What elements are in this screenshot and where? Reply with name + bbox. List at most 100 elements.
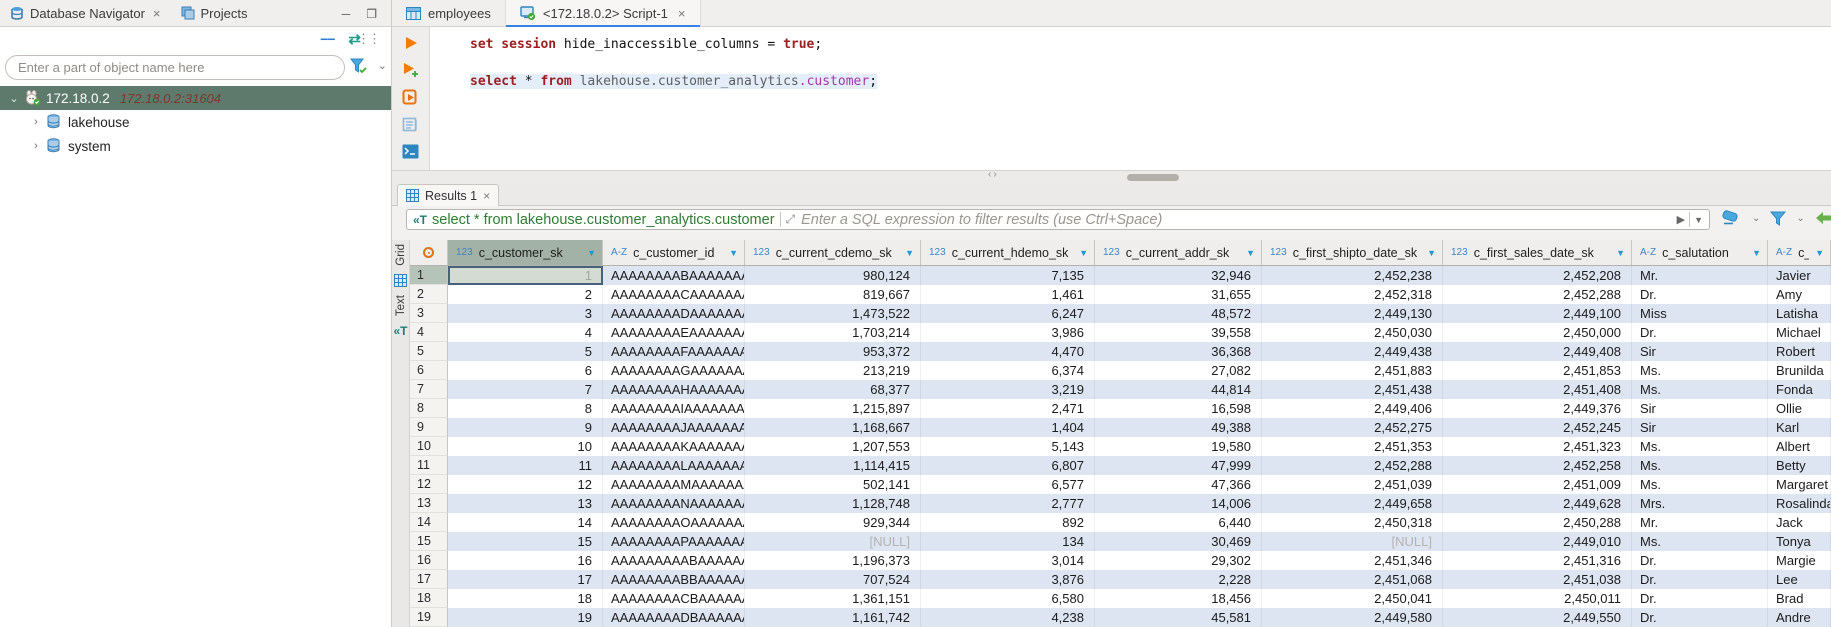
row-number[interactable]: 8	[410, 399, 448, 418]
tab-employees[interactable]: employees	[392, 0, 506, 27]
grid-cell[interactable]: 819,667	[745, 285, 921, 304]
grid-cell[interactable]: 5,143	[921, 437, 1095, 456]
tab-projects[interactable]: Projects	[171, 0, 258, 27]
grid-cell[interactable]: 2,777	[921, 494, 1095, 513]
grid-cell[interactable]: Dr.	[1632, 608, 1768, 627]
grid-cell[interactable]: 2,449,408	[1443, 342, 1632, 361]
execute-script-icon[interactable]	[402, 89, 419, 106]
grid-cell[interactable]: 1,128,748	[745, 494, 921, 513]
grid-cell[interactable]: 2,449,580	[1262, 608, 1443, 627]
grid-cell[interactable]: 9	[448, 418, 603, 437]
grid-cell[interactable]: 3,876	[921, 570, 1095, 589]
grid-cell[interactable]: AAAAAAAAKAAAAAAA	[603, 437, 745, 456]
grid-cell[interactable]: 2,449,130	[1262, 304, 1443, 323]
grid-cell[interactable]: 1,168,667	[745, 418, 921, 437]
grid-cell[interactable]: 2,471	[921, 399, 1095, 418]
column-menu-arrow-icon[interactable]: ▼	[723, 248, 738, 258]
column-menu-arrow-icon[interactable]: ▼	[1746, 248, 1761, 258]
grid-cell[interactable]: 12	[448, 475, 603, 494]
chevron-down-icon[interactable]: ⌄	[1796, 213, 1804, 224]
grid-cell[interactable]: 47,366	[1095, 475, 1262, 494]
filter-check-icon[interactable]	[349, 57, 369, 75]
clear-filter-icon[interactable]	[1720, 210, 1742, 226]
grid-cell[interactable]: Ms.	[1632, 361, 1768, 380]
grid-cell[interactable]: 6,807	[921, 456, 1095, 475]
grid-cell[interactable]: 2,450,000	[1443, 323, 1632, 342]
grid-cell[interactable]: AAAAAAAACBAAAAAA	[603, 589, 745, 608]
code-line[interactable]: select * from lakehouse.customer_analyti…	[470, 74, 877, 89]
grid-cell[interactable]: AAAAAAAADAAAAAAA	[603, 304, 745, 323]
tree-item-lakehouse[interactable]: › lakehouse	[0, 110, 391, 134]
grid-cell[interactable]: Miss	[1632, 304, 1768, 323]
column-menu-arrow-icon[interactable]: ▼	[1240, 248, 1255, 258]
grid-cell[interactable]: AAAAAAAAIAAAAAAA	[603, 399, 745, 418]
grid-presentation-icon[interactable]	[394, 274, 407, 287]
toolbar-handle-icon[interactable]: ⋮⋮	[357, 31, 379, 47]
grid-cell[interactable]: 14	[448, 513, 603, 532]
grid-cell[interactable]: 2,450,011	[1443, 589, 1632, 608]
apply-filter-icon[interactable]: ▶	[1677, 213, 1685, 226]
grid-cell[interactable]: Margaret	[1768, 475, 1831, 494]
grid-cell[interactable]: 14,006	[1095, 494, 1262, 513]
grid-cell[interactable]: AAAAAAAAGAAAAAAA	[603, 361, 745, 380]
row-number[interactable]: 14	[410, 513, 448, 532]
grid-cell[interactable]: 6	[448, 361, 603, 380]
grid-cell[interactable]: 1,196,373	[745, 551, 921, 570]
grid-cell[interactable]: 19	[448, 608, 603, 627]
chevron-expanded-icon[interactable]: ⌄	[6, 92, 22, 105]
grid-cell[interactable]: 47,999	[1095, 456, 1262, 475]
grid-cell[interactable]: 2,451,353	[1262, 437, 1443, 456]
grid-cell[interactable]: 36,368	[1095, 342, 1262, 361]
grid-cell[interactable]: AAAAAAAAEAAAAAAA	[603, 323, 745, 342]
grid-cell[interactable]: 2,449,010	[1443, 532, 1632, 551]
grid-cell[interactable]: Dr.	[1632, 551, 1768, 570]
output-console-icon[interactable]	[402, 144, 419, 159]
grid-cell[interactable]: 6,374	[921, 361, 1095, 380]
grid-cell[interactable]: Mr.	[1632, 266, 1768, 285]
grid-cell[interactable]: 1,461	[921, 285, 1095, 304]
grid-cell[interactable]: Latisha	[1768, 304, 1831, 323]
grid-cell[interactable]: [NULL]	[745, 532, 921, 551]
grid-cell[interactable]: 2,449,100	[1443, 304, 1632, 323]
grid-cell[interactable]: AAAAAAAALAAAAAAA	[603, 456, 745, 475]
row-number[interactable]: 15	[410, 532, 448, 551]
grid-cell[interactable]: 2,450,318	[1262, 513, 1443, 532]
grid-cell[interactable]: 892	[921, 513, 1095, 532]
grid-cell[interactable]: Ollie	[1768, 399, 1831, 418]
explain-plan-icon[interactable]	[402, 117, 419, 133]
grid-cell[interactable]: 2,449,550	[1443, 608, 1632, 627]
text-presentation-icon[interactable]: «T	[393, 324, 407, 338]
grid-cell[interactable]: 16	[448, 551, 603, 570]
select-all-corner[interactable]	[410, 240, 448, 265]
grid-cell[interactable]: 2,449,376	[1443, 399, 1632, 418]
row-number[interactable]: 10	[410, 437, 448, 456]
grid-cell[interactable]: 3,986	[921, 323, 1095, 342]
grid-cell[interactable]: 4,238	[921, 608, 1095, 627]
grid-cell[interactable]: Jack	[1768, 513, 1831, 532]
grid-cell[interactable]: Dr.	[1632, 323, 1768, 342]
grid-cell[interactable]: Tonya	[1768, 532, 1831, 551]
grid-cell[interactable]: 6,247	[921, 304, 1095, 323]
tab-database-navigator[interactable]: Database Navigator ×	[0, 0, 171, 27]
row-number[interactable]: 6	[410, 361, 448, 380]
grid-cell[interactable]: 16,598	[1095, 399, 1262, 418]
grid-cell[interactable]: AAAAAAAANAAAAAAA	[603, 494, 745, 513]
row-number[interactable]: 16	[410, 551, 448, 570]
row-number[interactable]: 9	[410, 418, 448, 437]
grid-cell[interactable]: 2	[448, 285, 603, 304]
execute-statement-icon[interactable]	[403, 35, 419, 51]
grid-cell[interactable]: Dr.	[1632, 570, 1768, 589]
row-number[interactable]: 1	[410, 266, 448, 285]
grid-cell[interactable]: Sir	[1632, 399, 1768, 418]
column-menu-arrow-icon[interactable]: ▼	[581, 248, 596, 258]
column-header-c_customer_sk[interactable]: 123c_customer_sk▼	[448, 240, 603, 265]
row-number[interactable]: 13	[410, 494, 448, 513]
grid-cell[interactable]: 1,361,151	[745, 589, 921, 608]
grid-cell[interactable]: 6,440	[1095, 513, 1262, 532]
grid-cell[interactable]: 18,456	[1095, 589, 1262, 608]
execute-new-tab-icon[interactable]	[402, 62, 420, 78]
grid-cell[interactable]: 213,219	[745, 361, 921, 380]
grid-cell[interactable]: 13	[448, 494, 603, 513]
grid-cell[interactable]: 1,215,897	[745, 399, 921, 418]
grid-cell[interactable]: 2,450,041	[1262, 589, 1443, 608]
